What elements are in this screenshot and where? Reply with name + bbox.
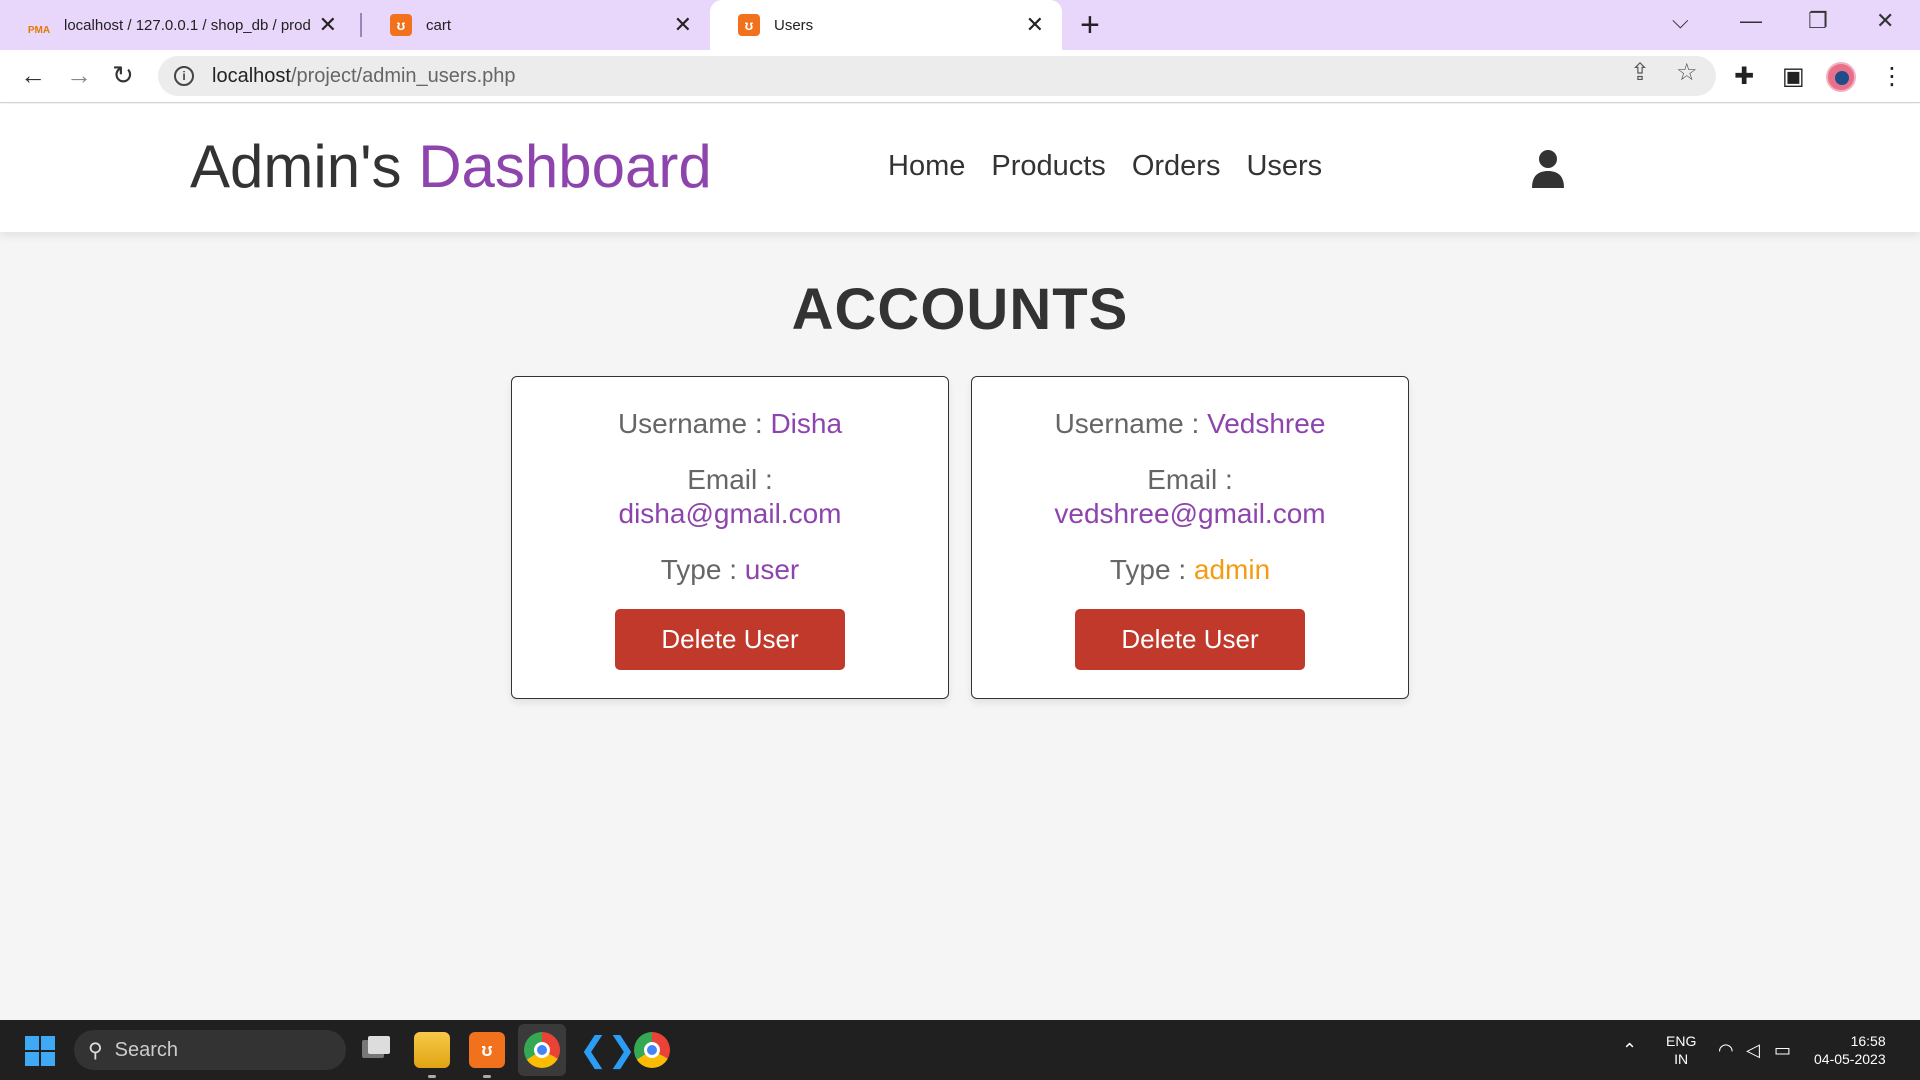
username-label: Username : (617, 408, 771, 439)
tab-phpmyadmin[interactable]: PMA localhost / 127.0.0.1 / shop_db / pr… (0, 0, 355, 50)
type-label: Type : (1109, 554, 1194, 585)
email-label: Email : (1147, 464, 1233, 495)
delete-user-button[interactable]: Delete User (615, 609, 845, 670)
type-row: Type : user (512, 553, 948, 587)
close-icon[interactable]: ✕ (1026, 12, 1044, 38)
clock-time: 16:58 (1850, 1033, 1886, 1049)
tab-title: Users (774, 16, 814, 34)
email-value: vedshree@gmail.com (1054, 498, 1326, 529)
lang-region: IN (1674, 1051, 1689, 1067)
username-value: Disha (770, 408, 843, 439)
browser-tab-strip: PMA localhost / 127.0.0.1 / shop_db / pr… (0, 0, 1920, 50)
xampp-icon: ʊ (738, 14, 760, 36)
account-card: Username : Disha Email : disha@gmail.com… (511, 376, 949, 699)
taskbar-search-input[interactable]: ⚲ Search (74, 1030, 346, 1070)
clock[interactable]: 16:58 04-05-2023 (1814, 1020, 1886, 1080)
phpmyadmin-icon: PMA (27, 25, 51, 36)
windows-taskbar: ⚲ Search ʊ ❮❯ ⌃ ENG IN ◠ ◁ ▭ 16:58 04-05-2… (0, 1020, 1920, 1080)
share-icon[interactable]: ⇪ (1630, 58, 1650, 87)
logo[interactable]: Admin's Dashboard (190, 132, 712, 201)
reload-icon[interactable]: ↻ (112, 60, 134, 90)
nav-link-orders[interactable]: Orders (1132, 150, 1221, 183)
email-label: Email : (687, 464, 773, 495)
nav-link-users[interactable]: Users (1246, 150, 1322, 183)
avatar[interactable] (1826, 62, 1856, 92)
type-row: Type : admin (972, 553, 1408, 587)
forward-icon[interactable]: → (66, 60, 92, 90)
page-title: ACCOUNTS (791, 277, 1129, 342)
close-icon[interactable]: ✕ (674, 12, 692, 38)
tab-cart[interactable]: ʊ cart ✕ (362, 0, 710, 50)
account-card: Username : Vedshree Email : vedshree@gma… (971, 376, 1409, 699)
side-panel-icon[interactable]: ▣ (1782, 62, 1805, 91)
username-row: Username : Disha (512, 407, 948, 441)
menu-kebab-icon[interactable]: ⋮ (1880, 62, 1904, 91)
tab-search-chevron-icon[interactable]: ⌵ (1672, 8, 1689, 34)
address-bar[interactable]: i localhost/project/admin_users.php (158, 56, 1716, 96)
nav-link-products[interactable]: Products (991, 150, 1105, 183)
xampp-taskbar-icon[interactable]: ʊ (469, 1032, 505, 1078)
language-indicator[interactable]: ENG IN (1666, 1020, 1696, 1080)
chrome-profile-icon[interactable] (634, 1032, 670, 1068)
restore-button[interactable]: ❐ (1808, 8, 1828, 34)
file-explorer-icon[interactable] (414, 1032, 450, 1078)
show-hidden-icons-chevron-icon[interactable]: ⌃ (1622, 1020, 1637, 1080)
site-info-icon[interactable]: i (174, 66, 194, 86)
extensions-icon[interactable]: ✚ (1734, 62, 1754, 91)
search-placeholder: Search (114, 1038, 179, 1061)
wifi-icon[interactable]: ◠ (1718, 1020, 1734, 1080)
site-header: Admin's Dashboard Home Products Orders U… (0, 104, 1920, 232)
tab-users[interactable]: ʊ Users ✕ (710, 0, 1062, 50)
chrome-icon[interactable] (524, 1032, 560, 1068)
username-row: Username : Vedshree (972, 407, 1408, 441)
new-tab-button[interactable]: + (1080, 8, 1100, 42)
battery-icon[interactable]: ▭ (1774, 1020, 1791, 1080)
search-icon: ⚲ (88, 1039, 103, 1062)
tab-title: cart (426, 16, 452, 34)
tab-title: localhost / 127.0.0.1 / shop_db / produc (64, 16, 311, 34)
minimize-button[interactable]: — (1740, 8, 1762, 34)
username-label: Username : (1054, 408, 1208, 439)
close-icon[interactable]: ✕ (319, 12, 337, 38)
user-icon[interactable] (1530, 148, 1566, 188)
xampp-icon: ʊ (390, 14, 412, 36)
email-value: disha@gmail.com (618, 498, 842, 529)
main-nav: Home Products Orders Users (888, 150, 1322, 183)
type-value: admin (1193, 554, 1271, 585)
type-label: Type : (660, 554, 745, 585)
username-value: Vedshree (1207, 408, 1326, 439)
type-value: user (744, 554, 800, 585)
back-icon[interactable]: ← (20, 60, 46, 90)
delete-user-button[interactable]: Delete User (1075, 609, 1305, 670)
vscode-icon[interactable]: ❮❯ (579, 1032, 636, 1068)
task-view-icon[interactable] (358, 1032, 394, 1068)
clock-date: 04-05-2023 (1814, 1051, 1886, 1067)
email-row: vedshree@gmail.com (972, 497, 1408, 531)
address-url: localhost/project/admin_users.php (212, 64, 516, 87)
windows-start-icon[interactable] (25, 1036, 55, 1066)
email-row: disha@gmail.com (512, 497, 948, 531)
bookmark-star-icon[interactable]: ☆ (1676, 58, 1698, 87)
nav-link-home[interactable]: Home (888, 150, 965, 183)
close-window-button[interactable]: ✕ (1876, 8, 1894, 34)
lang-code: ENG (1666, 1033, 1697, 1049)
volume-icon[interactable]: ◁ (1746, 1020, 1760, 1080)
logo-text: Admin's (190, 133, 402, 200)
browser-toolbar: ← → ↻ i localhost/project/admin_users.ph… (0, 50, 1920, 103)
logo-accent-text: Dashboard (418, 133, 712, 200)
